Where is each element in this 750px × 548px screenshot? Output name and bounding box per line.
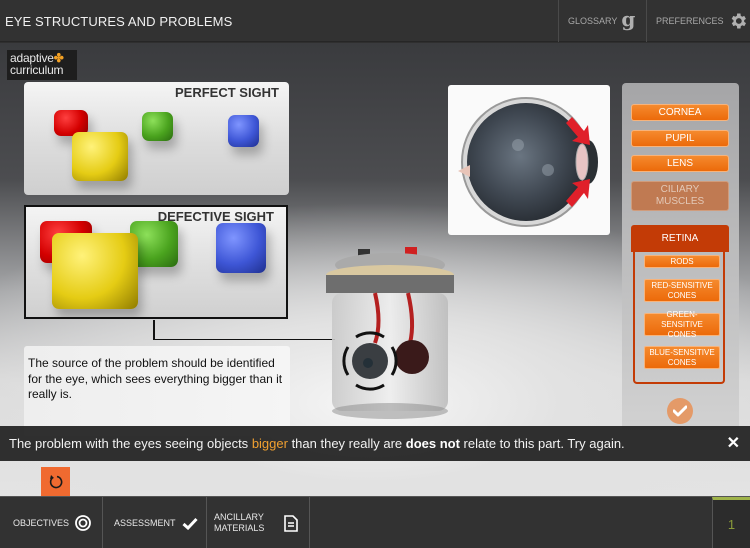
gear-icon [731, 13, 746, 29]
feedback-text-1: The problem with the eyes seeing objects [9, 436, 252, 451]
ancillary-label-line1: ANCILLARY [214, 512, 264, 522]
feedback-message: The problem with the eyes seeing objects… [9, 436, 625, 451]
blue-cube [228, 115, 259, 147]
adaptive-curriculum-logo: adaptive✤ curriculum [7, 50, 77, 80]
objectives-button[interactable]: OBJECTIVES [0, 497, 103, 548]
logo-text-line2: curriculum [10, 63, 64, 77]
blue-cube [216, 223, 266, 273]
glossary-button[interactable]: GLOSSARY g [558, 0, 646, 42]
ancillary-label: ANCILLARY MATERIALS [214, 512, 264, 534]
feedback-bar: The problem with the eyes seeing objects… [0, 426, 750, 461]
check-icon [673, 405, 687, 417]
pupil-button[interactable]: PUPIL [631, 130, 729, 147]
glossary-label: GLOSSARY [568, 16, 618, 26]
target-icon [75, 515, 91, 531]
close-feedback-button[interactable]: ✕ [727, 433, 740, 453]
red-sensitive-cones-button[interactable]: RED-SENSITIVE CONES [644, 279, 720, 302]
jar-illustration [326, 247, 454, 419]
connector-line-vertical [153, 320, 155, 340]
green-cube [142, 112, 173, 141]
cornea-button[interactable]: CORNEA [631, 104, 729, 121]
feedback-text-2: than they really are [287, 436, 406, 451]
reset-icon [49, 474, 62, 488]
reset-button[interactable] [41, 467, 70, 496]
defective-sight-panel: DEFECTIVE SIGHT [24, 205, 288, 319]
ancillary-label-line2: MATERIALS [214, 523, 265, 533]
feedback-bold: does not [405, 436, 460, 451]
assessment-label: ASSESSMENT [114, 518, 176, 528]
eye-diagram [458, 97, 598, 227]
checkmark-icon [182, 517, 198, 530]
instruction-text: The source of the problem should be iden… [28, 356, 283, 401]
objectives-label: OBJECTIVES [13, 518, 70, 528]
instruction-box: The source of the problem should be iden… [24, 346, 290, 436]
rods-button[interactable]: RODS [644, 255, 720, 268]
preferences-label: PREFERENCES [656, 16, 724, 26]
document-icon [284, 514, 299, 532]
feedback-text-3: relate to this part. Try again. [459, 436, 625, 451]
yellow-cube [72, 132, 128, 181]
connector-line-horizontal [153, 339, 335, 340]
retina-button[interactable]: RETINA [631, 225, 729, 252]
yellow-cube [52, 233, 138, 309]
green-sensitive-cones-button[interactable]: GREEN-SENSITIVE CONES [644, 310, 720, 339]
preferences-button[interactable]: PREFERENCES [646, 0, 750, 42]
ancillary-materials-button[interactable]: ANCILLARY MATERIALS [207, 497, 310, 548]
lens-button[interactable]: LENS [631, 155, 729, 172]
retina-subpanel: RODS RED-SENSITIVE CONES GREEN-SENSITIVE… [633, 250, 725, 384]
blue-sensitive-cones-button[interactable]: BLUE-SENSITIVE CONES [644, 346, 720, 369]
feedback-highlight: bigger [251, 436, 288, 451]
perfect-sight-panel: PERFECT SIGHT [24, 82, 289, 195]
bottom-bar: OBJECTIVES ASSESSMENT ANCILLARY MATERIALS… [0, 496, 750, 548]
ciliary-muscles-button[interactable]: CILIARY MUSCLES [631, 181, 729, 211]
page-indicator[interactable]: 1 [712, 497, 750, 548]
glossary-g-icon: g [621, 7, 636, 31]
eye-cross-section-image [448, 85, 610, 235]
app-title: EYE STRUCTURES AND PROBLEMS [5, 14, 233, 29]
submit-check-button[interactable] [667, 398, 693, 424]
top-bar: EYE STRUCTURES AND PROBLEMS GLOSSARY g P… [0, 0, 750, 42]
assessment-button[interactable]: ASSESSMENT [103, 497, 207, 548]
specimen-jar [320, 243, 460, 423]
perfect-sight-title: PERFECT SIGHT [174, 85, 279, 100]
